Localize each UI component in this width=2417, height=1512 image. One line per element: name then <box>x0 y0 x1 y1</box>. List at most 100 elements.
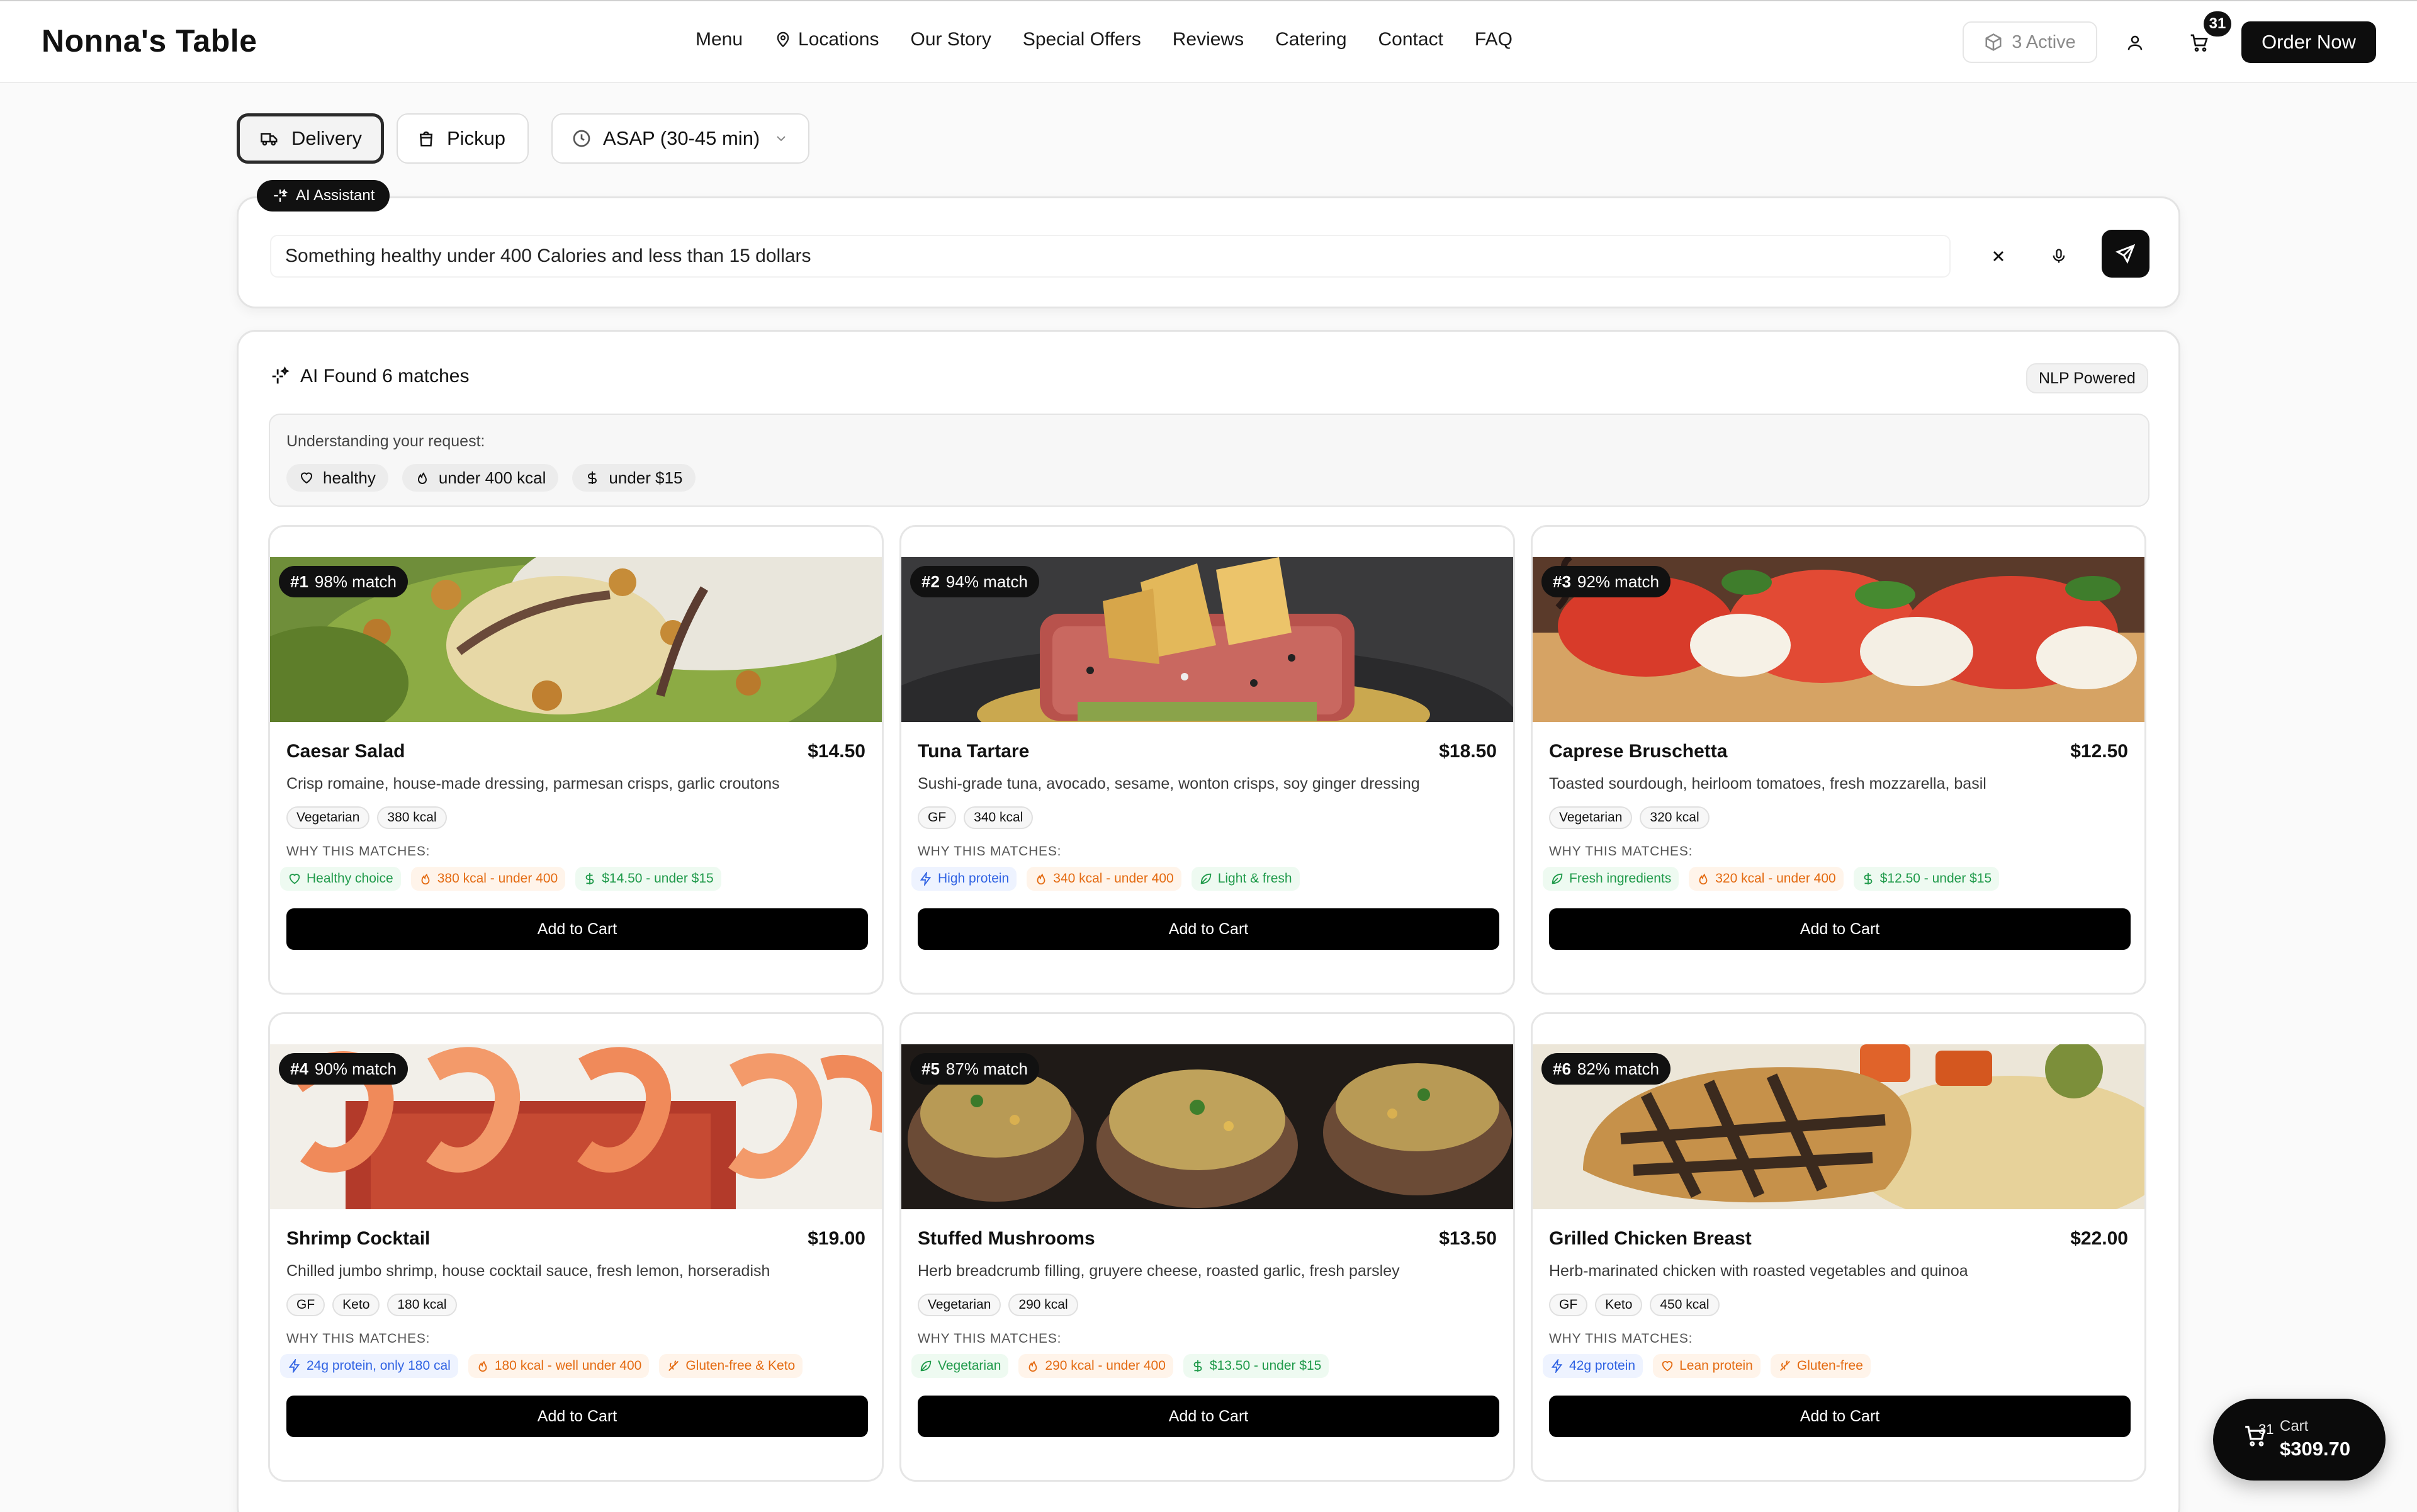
bolt-icon <box>920 872 932 886</box>
match-label: 90% match <box>314 1059 397 1078</box>
dish-tag: 450 kcal <box>1650 1294 1720 1316</box>
intent-chip-label: under 400 kcal <box>438 468 546 487</box>
pickup-button[interactable]: Pickup <box>397 113 529 164</box>
ai-search-input[interactable] <box>270 235 1951 278</box>
match-reason: $14.50 - under $15 <box>575 867 721 891</box>
why-matches-label: WHY THIS MATCHES: <box>918 844 1062 859</box>
wheat-off-icon <box>668 1360 679 1371</box>
dish-price: $12.50 <box>2070 741 2128 762</box>
match-label: 87% match <box>945 1059 1028 1078</box>
match-badge: #3 92% match <box>1541 566 1670 597</box>
ai-assistant-label: AI Assistant <box>296 187 375 204</box>
nav-special-offers[interactable]: Special Offers <box>1023 29 1141 50</box>
close-icon[interactable] <box>1986 244 2011 269</box>
order-now-button[interactable]: Order Now <box>2241 21 2376 63</box>
dish-tag: Vegetarian <box>918 1294 1001 1316</box>
shopping-bag-icon <box>419 131 433 147</box>
package-icon <box>1985 33 2002 51</box>
nav-catering[interactable]: Catering <box>1275 29 1346 50</box>
floating-cart-total: $309.70 <box>2280 1438 2351 1460</box>
ai-assistant-tag: AI Assistant <box>257 180 390 212</box>
wheat-off-icon <box>1779 1360 1790 1371</box>
dish-name: Shrimp Cocktail <box>286 1228 431 1249</box>
delivery-button[interactable]: Delivery <box>237 113 384 164</box>
match-reason-label: Gluten-free <box>1796 1358 1863 1373</box>
brand-logo[interactable]: Nonna's Table <box>42 23 257 59</box>
dish-tag: GF <box>918 806 957 829</box>
match-reason: High protein <box>911 867 1017 891</box>
send-button[interactable] <box>2102 230 2149 278</box>
match-reason-label: 340 kcal - under 400 <box>1053 871 1174 886</box>
add-to-cart-button[interactable]: Add to Cart <box>918 908 1499 950</box>
match-reason: Healthy choice <box>280 867 401 891</box>
add-to-cart-button[interactable]: Add to Cart <box>1549 908 2131 950</box>
pickup-label: Pickup <box>447 127 506 149</box>
match-badge: #6 82% match <box>1541 1053 1670 1085</box>
dish-tag: 380 kcal <box>377 806 447 829</box>
match-reason-label: Fresh ingredients <box>1569 871 1672 886</box>
match-reason: Vegetarian <box>911 1354 1009 1378</box>
nav-contact[interactable]: Contact <box>1378 29 1443 50</box>
dish-price: $22.00 <box>2070 1228 2128 1249</box>
match-reason-label: Healthy choice <box>307 871 393 886</box>
rank-label: #2 <box>921 572 940 591</box>
flame-icon <box>1029 1360 1037 1372</box>
dish-name: Caesar Salad <box>286 741 405 762</box>
menu-card-stuffed-mushrooms: #5 87% match Stuffed Mushrooms $13.50 Her… <box>899 1012 1515 1482</box>
nav-reviews[interactable]: Reviews <box>1173 29 1244 50</box>
match-reason: 24g protein, only 180 cal <box>280 1354 458 1378</box>
dish-price: $18.50 <box>1439 741 1497 762</box>
delivery-label: Delivery <box>291 127 362 149</box>
delivery-time-select[interactable]: ASAP (30-45 min) <box>551 113 809 164</box>
heart-icon <box>289 874 300 884</box>
match-reason-label: 42g protein <box>1569 1358 1636 1373</box>
dish-tags: Vegetarian 290 kcal <box>918 1294 1086 1316</box>
match-reason-label: $13.50 - under $15 <box>1209 1358 1322 1373</box>
results-title-label: AI Found 6 matches <box>300 366 470 386</box>
match-label: 92% match <box>1577 572 1659 591</box>
nav-menu[interactable]: Menu <box>696 29 743 50</box>
menu-card-shrimp-cocktail: #4 90% match Shrimp Cocktail $19.00 Chill… <box>268 1012 884 1482</box>
dish-tag: 180 kcal <box>387 1294 457 1316</box>
microphone-icon[interactable] <box>2046 244 2071 269</box>
nav-our-story[interactable]: Our Story <box>910 29 991 50</box>
active-orders-label: 3 Active <box>2012 31 2076 52</box>
add-to-cart-button[interactable]: Add to Cart <box>286 1396 868 1437</box>
match-reason-label: High protein <box>938 871 1010 886</box>
nav-locations[interactable]: Locations <box>774 29 879 50</box>
match-reasons: Healthy choice 380 kcal - under 400 $14.… <box>280 867 731 891</box>
dish-tag: 290 kcal <box>1008 1294 1078 1316</box>
dollar-icon <box>1193 1360 1202 1372</box>
dish-tag: 340 kcal <box>964 806 1034 829</box>
sparkles-icon <box>272 366 290 384</box>
why-matches-label: WHY THIS MATCHES: <box>286 844 431 859</box>
match-reason-label: $12.50 - under $15 <box>1879 871 1992 886</box>
nav-locations-label: Locations <box>798 29 879 50</box>
match-reason: Gluten-free & Keto <box>659 1354 803 1378</box>
intent-chips: healthy under 400 kcal under $15 <box>286 464 709 492</box>
top-navigation-bar: Nonna's Table Menu Locations Our Story S… <box>0 0 2417 83</box>
understanding-panel: Understanding your request: healthy unde… <box>269 414 2149 507</box>
match-reasons: Vegetarian 290 kcal - under 400 $13.50 -… <box>911 1354 1339 1378</box>
floating-cart-button[interactable]: 31 Cart $309.70 <box>2213 1399 2386 1481</box>
nlp-powered-badge: NLP Powered <box>2026 363 2148 393</box>
match-reason-label: Gluten-free & Keto <box>685 1358 796 1373</box>
add-to-cart-button[interactable]: Add to Cart <box>918 1396 1499 1437</box>
dollar-icon <box>585 872 594 885</box>
add-to-cart-button[interactable]: Add to Cart <box>1549 1396 2131 1437</box>
bolt-icon <box>1551 1359 1563 1373</box>
map-pin-icon <box>777 31 789 48</box>
dish-name: Caprese Bruschetta <box>1549 741 1728 762</box>
match-reason: Gluten-free <box>1770 1354 1871 1378</box>
active-orders-button[interactable]: 3 Active <box>1963 21 2097 63</box>
user-icon[interactable] <box>2122 30 2148 55</box>
add-to-cart-button[interactable]: Add to Cart <box>286 908 868 950</box>
match-reason-label: Light & fresh <box>1217 871 1292 886</box>
intent-chip-label: under $15 <box>609 468 683 487</box>
dish-tags: Vegetarian 320 kcal <box>1549 806 1717 829</box>
nav-faq[interactable]: FAQ <box>1475 29 1513 50</box>
match-label: 94% match <box>945 572 1028 591</box>
menu-card-caesar-salad: #1 98% match Caesar Salad $14.50 Crisp ro… <box>268 525 884 995</box>
flame-icon <box>478 1360 487 1372</box>
why-matches-label: WHY THIS MATCHES: <box>286 1331 431 1346</box>
